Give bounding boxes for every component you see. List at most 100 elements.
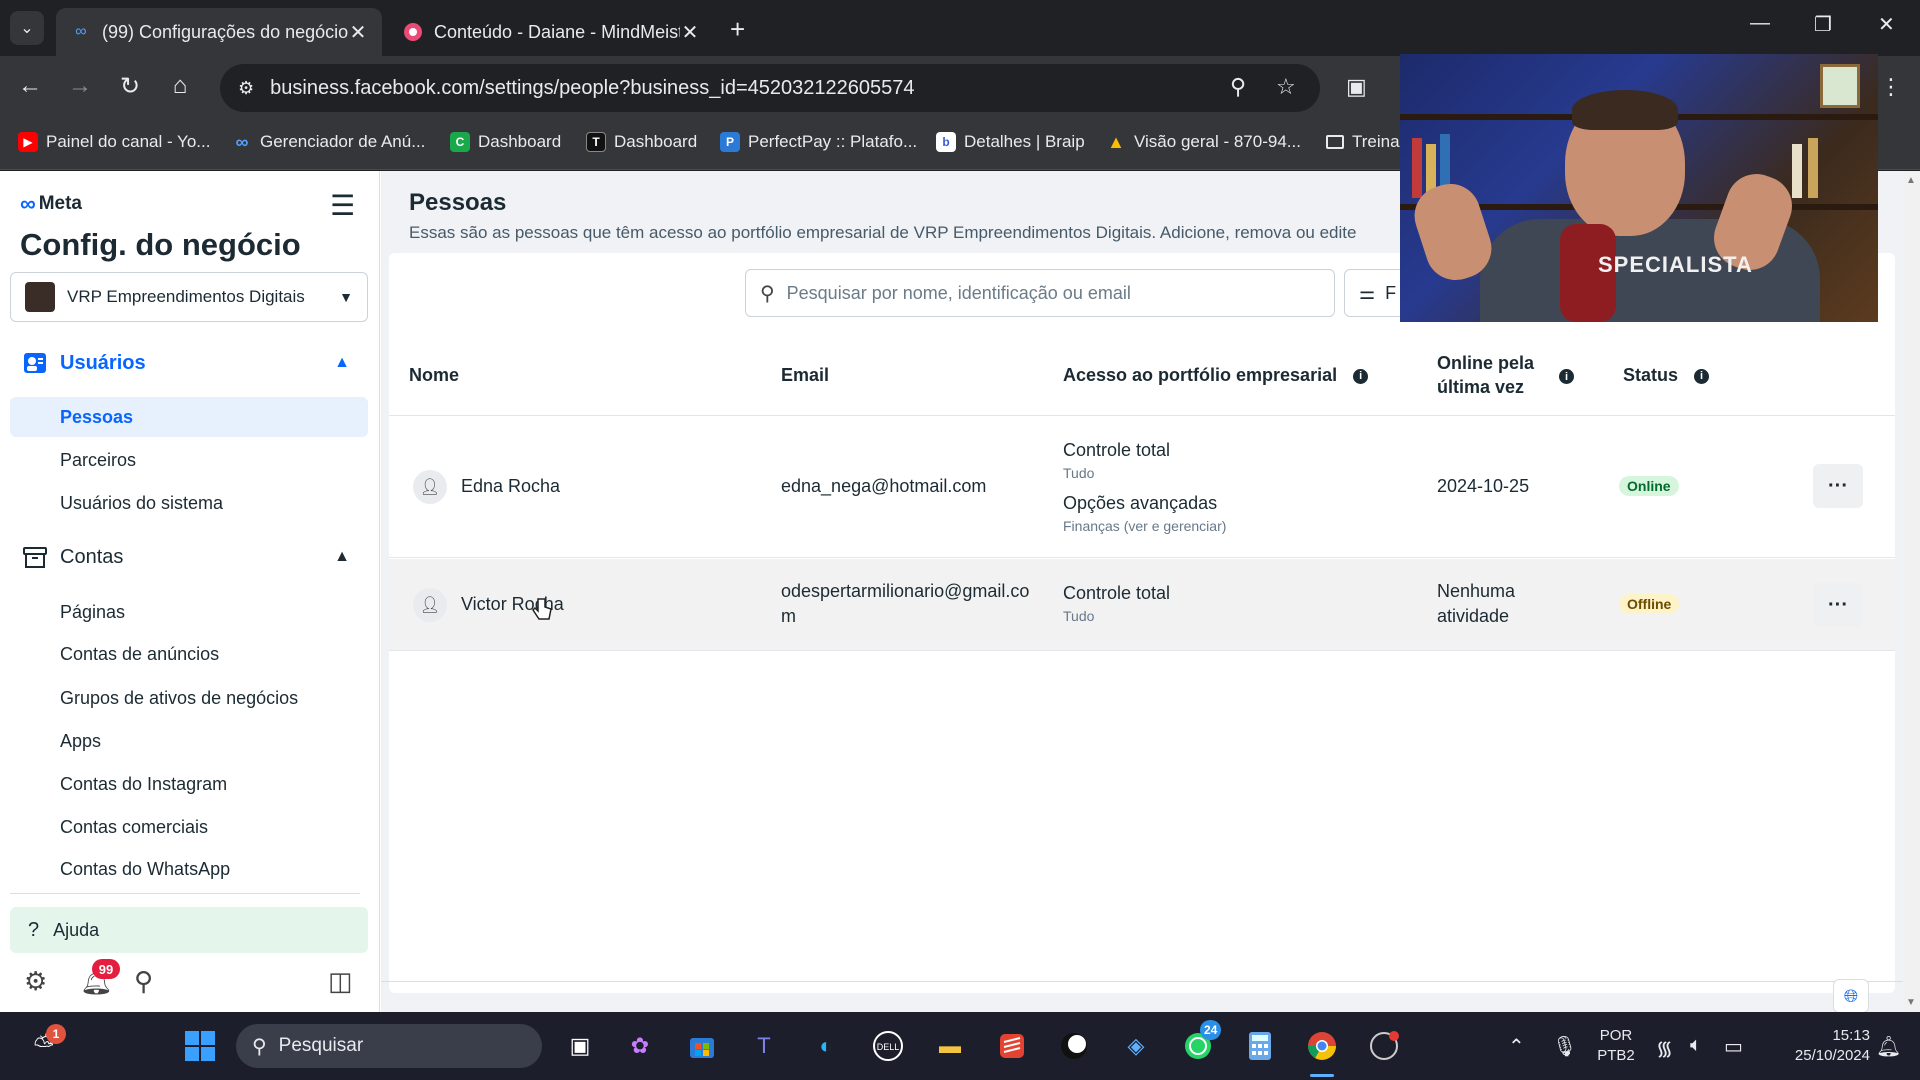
obs-record-icon[interactable] xyxy=(1364,1026,1404,1066)
chrome-icon[interactable] xyxy=(1302,1026,1342,1066)
scroll-up-icon[interactable]: ▲ xyxy=(1906,175,1916,186)
section-users[interactable]: Usuários ▲ xyxy=(20,349,350,377)
taskbar-search[interactable]: ⚲ Pesquisar xyxy=(236,1024,542,1068)
section-accounts[interactable]: Contas ▲ xyxy=(20,543,350,571)
edge-icon[interactable]: ◐ xyxy=(806,1026,846,1066)
page-title: Config. do negócio xyxy=(20,227,301,262)
calculator-icon[interactable] xyxy=(1240,1026,1280,1066)
sidebar-item-instagram[interactable]: Contas do Instagram xyxy=(10,764,368,804)
table-row[interactable]: 👤︎ Victor Rocha odespertarmilionario@gma… xyxy=(389,559,1895,651)
bookmark-label: PerfectPay :: Platafo... xyxy=(748,132,918,151)
sidebar-item-system-users[interactable]: Usuários do sistema xyxy=(10,483,368,523)
date: 25/10/2024 xyxy=(1794,1047,1870,1064)
forward-icon[interactable]: → xyxy=(64,72,96,100)
file-explorer-icon[interactable]: ▬ xyxy=(930,1026,970,1066)
dell-icon[interactable]: DELL xyxy=(868,1026,908,1066)
settings-gear-icon[interactable]: ⚙ xyxy=(24,966,47,997)
reload-icon[interactable]: ↻ xyxy=(114,72,146,101)
input-language[interactable]: POR PTB2 xyxy=(1594,1026,1638,1066)
more-options-button[interactable]: ··· xyxy=(1813,464,1863,508)
show-hidden-icons[interactable]: ⌃ xyxy=(1508,1034,1525,1059)
column-header-status[interactable]: Status i xyxy=(1623,363,1710,387)
column-header-email[interactable]: Email xyxy=(781,363,829,387)
help-button[interactable]: ? Ajuda xyxy=(10,907,368,953)
sidebar-item-commerce[interactable]: Contas comerciais xyxy=(10,807,368,847)
close-window-icon[interactable]: ✕ xyxy=(1878,12,1895,37)
microphone-icon[interactable]: 🎙︎ xyxy=(1552,1034,1577,1059)
book xyxy=(1792,144,1802,198)
bookmark-braip[interactable]: b Detalhes | Braip xyxy=(936,132,1085,152)
bookmark-google-ads[interactable]: ▲ Visão geral - 870-94... xyxy=(1106,132,1301,152)
todoist-icon[interactable] xyxy=(992,1026,1032,1066)
volume-icon[interactable]: 🔈︎ xyxy=(1690,1034,1702,1057)
help-label: Ajuda xyxy=(53,919,100,940)
extension-icon[interactable]: ▣ xyxy=(1346,74,1367,100)
task-view-icon[interactable]: ▣ xyxy=(560,1026,600,1066)
more-options-button[interactable]: ··· xyxy=(1813,583,1863,627)
windows-start-icon[interactable] xyxy=(180,1026,220,1066)
access-title: Opções avançadas xyxy=(1063,493,1218,513)
info-icon[interactable]: i xyxy=(1559,369,1574,384)
bookmark-perfectpay[interactable]: P PerfectPay :: Platafo... xyxy=(720,132,917,152)
new-tab-button[interactable]: + xyxy=(730,14,745,45)
wifi-icon[interactable]: ᯾ xyxy=(1656,1034,1673,1061)
business-name: VRP Empreendimentos Digitais xyxy=(67,287,305,306)
browser-menu-icon[interactable]: ⋮ xyxy=(1880,74,1902,100)
site-info-icon[interactable]: ⚙ xyxy=(238,78,254,99)
tab-business-settings[interactable]: ∞ (99) Configurações do negócio ✕ xyxy=(56,8,382,56)
scroll-down-icon[interactable]: ▼ xyxy=(1906,997,1916,1008)
hand-cursor-icon xyxy=(532,598,552,620)
sidebar-item-asset-groups[interactable]: Grupos de ativos de negócios xyxy=(10,678,368,718)
sidebar-item-partners[interactable]: Parceiros xyxy=(10,440,368,480)
battery-icon[interactable]: ▭ xyxy=(1724,1034,1743,1059)
bookmark-folder[interactable]: Treina xyxy=(1326,132,1400,152)
access-title: Controle total xyxy=(1063,440,1171,460)
archive-icon xyxy=(20,543,50,571)
person-name[interactable]: Edna Rocha xyxy=(461,476,560,497)
restore-icon[interactable]: ❐ xyxy=(1814,12,1832,37)
teams-icon[interactable]: T xyxy=(744,1026,784,1066)
minimize-icon[interactable]: — xyxy=(1750,12,1770,35)
app-moon-icon[interactable] xyxy=(1054,1026,1094,1066)
bookmark-youtube[interactable]: ▶ Painel do canal - Yo... xyxy=(18,132,210,152)
home-icon[interactable]: ⌂ xyxy=(164,72,196,100)
bookmark-dashboard-2[interactable]: T Dashboard xyxy=(586,132,697,152)
notifications-icon[interactable]: 🔔︎ xyxy=(1876,1034,1901,1059)
business-avatar xyxy=(25,282,55,312)
store-icon[interactable] xyxy=(682,1026,722,1066)
copilot-icon[interactable]: ✿ xyxy=(620,1026,660,1066)
zoom-icon[interactable]: ⚲ xyxy=(1230,74,1246,100)
language-globe-icon[interactable]: 🌐︎ xyxy=(1833,979,1869,1012)
filter-label: F xyxy=(1385,282,1397,303)
address-bar[interactable]: ⚙ business.facebook.com/settings/people?… xyxy=(220,64,1320,112)
close-tab-icon[interactable]: ✕ xyxy=(348,20,368,45)
search-icon[interactable]: ⚲ xyxy=(134,966,153,997)
close-tab-icon[interactable]: ✕ xyxy=(680,20,700,45)
table-row[interactable]: 👤︎ Edna Rocha edna_nega@hotmail.com Cont… xyxy=(389,416,1895,558)
sidebar-item-pages[interactable]: Páginas xyxy=(10,592,368,632)
bookmark-dashboard-1[interactable]: C Dashboard xyxy=(450,132,561,152)
tab-mindmeister[interactable]: Conteúdo - Daiane - MindMeist ✕ xyxy=(388,8,714,56)
back-icon[interactable]: ← xyxy=(14,72,46,100)
column-header-label: Online pela última vez xyxy=(1437,353,1535,397)
bookmark-ads-manager[interactable]: ∞ Gerenciador de Anú... xyxy=(232,132,426,152)
clock[interactable]: 15:13 25/10/2024 xyxy=(1770,1026,1870,1066)
vpn-icon[interactable]: ◈ xyxy=(1116,1026,1156,1066)
collapse-sidebar-icon[interactable]: ◫ xyxy=(328,966,353,997)
column-header-name[interactable]: Nome xyxy=(409,363,459,387)
sidebar-item-apps[interactable]: Apps xyxy=(10,721,368,761)
meta-logo: ∞ Meta xyxy=(20,191,82,217)
tab-search-button[interactable]: ⌄ xyxy=(10,11,44,45)
sidebar-item-whatsapp[interactable]: Contas do WhatsApp xyxy=(10,849,368,889)
bookmark-star-icon[interactable]: ☆ xyxy=(1276,74,1296,100)
info-icon[interactable]: i xyxy=(1694,368,1710,384)
sidebar-item-people[interactable]: Pessoas xyxy=(10,397,368,437)
sidebar-item-ad-accounts[interactable]: Contas de anúncios xyxy=(10,634,368,674)
column-header-access[interactable]: Acesso ao portfólio empresarial i xyxy=(1063,363,1369,387)
people-search-input[interactable]: ⚲ Pesquisar por nome, identificação ou e… xyxy=(745,269,1335,317)
menu-icon[interactable]: ☰ xyxy=(330,189,355,222)
business-selector[interactable]: VRP Empreendimentos Digitais ▼ xyxy=(10,272,368,322)
sidebar: ∞ Meta ☰ Config. do negócio VRP Empreend… xyxy=(0,171,380,1012)
page-scrollbar[interactable]: ▲ ▼ xyxy=(1903,171,1920,1012)
info-icon[interactable]: i xyxy=(1353,368,1369,384)
